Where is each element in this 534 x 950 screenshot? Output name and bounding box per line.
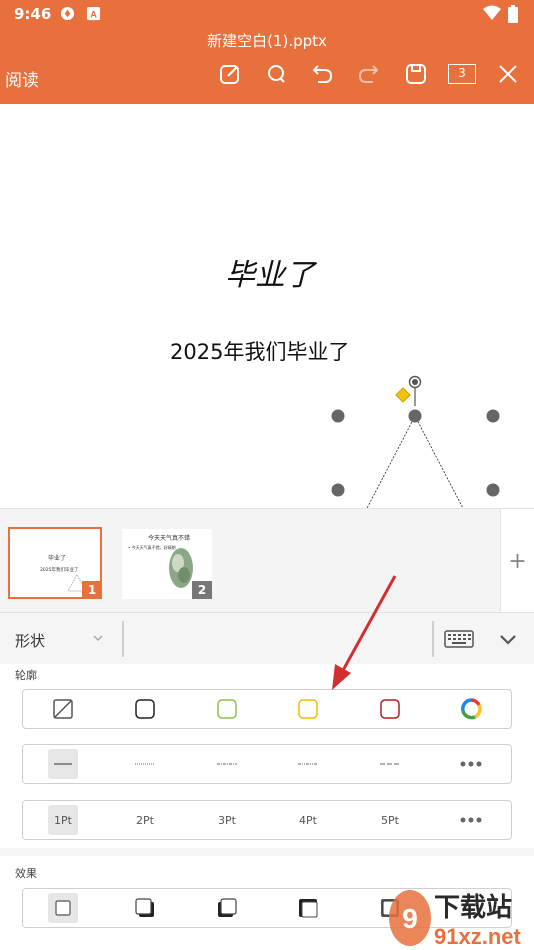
slide-subtitle[interactable]: 2025年我们毕业了	[170, 336, 349, 366]
add-slide-button[interactable]: +	[500, 509, 534, 613]
thumb2-photo-image	[169, 548, 193, 588]
line-style-dash-dot[interactable]	[187, 745, 267, 783]
line-width-5pt[interactable]: 5Pt	[350, 801, 430, 839]
line-width-2pt[interactable]: 2Pt	[105, 801, 185, 839]
redo-icon[interactable]	[356, 61, 382, 87]
slide-thumbnail-2[interactable]: 今天天气真不错 • 今天天气真不错，好晴朗 2	[122, 529, 212, 599]
site-watermark-logo: 9 下载站 91xz.net	[389, 890, 521, 949]
adjust-handle	[395, 387, 411, 403]
svg-text:91xz.net: 91xz.net	[434, 924, 521, 949]
more-colors-icon[interactable]	[431, 690, 511, 728]
divider	[122, 621, 124, 657]
svg-text:下载站: 下载站	[434, 893, 512, 923]
outline-color-black[interactable]	[105, 690, 185, 728]
document-title: 新建空白(1).pptx	[207, 32, 327, 50]
svg-text:A: A	[90, 9, 97, 19]
wifi-icon	[483, 5, 501, 20]
more-line-styles-icon[interactable]	[431, 745, 511, 783]
slide-title[interactable]: 毕业了	[3, 250, 534, 294]
more-line-widths-icon[interactable]	[431, 801, 511, 839]
line-style-solid[interactable]	[23, 745, 103, 783]
annotation-arrow-icon	[332, 575, 397, 690]
read-mode-button[interactable]: 阅读	[5, 66, 39, 91]
undo-icon[interactable]	[309, 61, 335, 87]
effect-none[interactable]	[23, 889, 103, 927]
outline-color-yellow[interactable]	[268, 690, 348, 728]
close-icon[interactable]	[495, 61, 521, 87]
app-header: 9:46 A 新建空白(1).pptx 阅读 3	[0, 0, 534, 104]
thumb2-title: 今天天气真不错	[148, 535, 191, 542]
effect-section-label: 效果	[15, 867, 37, 880]
divider	[432, 621, 434, 657]
effect-shadow-inner-top[interactable]	[268, 889, 348, 927]
line-width-4pt[interactable]: 4Pt	[268, 801, 348, 839]
outline-color-row	[22, 689, 512, 729]
chevron-down-icon[interactable]	[92, 633, 104, 643]
thumb1-title: 毕业了	[48, 555, 67, 562]
line-style-dashed[interactable]	[350, 745, 430, 783]
svg-text:9: 9	[402, 903, 418, 934]
line-style-dotted[interactable]	[105, 745, 185, 783]
effect-shadow-left[interactable]	[187, 889, 267, 927]
slide-thumbnail-1[interactable]: 毕业了 2025年我们毕业了 1	[8, 527, 102, 599]
line-width-1pt[interactable]: 1Pt	[23, 801, 103, 839]
page-count-icon[interactable]: 3	[448, 64, 476, 84]
line-width-3pt[interactable]: 3Pt	[187, 801, 267, 839]
a-badge-icon: A	[86, 6, 101, 21]
panel-toolbar: 形状	[0, 612, 534, 664]
collapse-panel-icon[interactable]	[499, 632, 517, 646]
effect-shadow-right[interactable]	[105, 889, 185, 927]
status-bar: 9:46 A	[0, 0, 534, 28]
outline-color-green[interactable]	[187, 690, 267, 728]
battery-icon	[508, 5, 518, 23]
slide-number-badge: 2	[192, 581, 212, 599]
edit-icon[interactable]	[217, 61, 243, 87]
line-style-row	[22, 744, 512, 784]
slide-thumbnail-strip: 毕业了 2025年我们毕业了 1 今天天气真不错 • 今天天气真不错，好晴朗 2…	[0, 508, 534, 613]
keyboard-icon[interactable]	[444, 630, 474, 648]
shape-category-dropdown[interactable]: 形状	[15, 630, 45, 651]
line-style-dash-dot-dot[interactable]	[268, 745, 348, 783]
no-outline-icon[interactable]	[23, 690, 103, 728]
sync-icon	[60, 6, 75, 21]
outline-color-red[interactable]	[350, 690, 430, 728]
search-icon[interactable]	[263, 61, 289, 87]
line-width-row: 1Pt 2Pt 3Pt 4Pt 5Pt	[22, 800, 512, 840]
status-time: 9:46	[14, 5, 52, 23]
save-icon[interactable]	[403, 61, 429, 87]
outline-section-label: 轮廓	[15, 669, 37, 682]
slide-number-badge: 1	[82, 581, 102, 599]
slide-canvas[interactable]: 毕业了 2025年我们毕业了	[0, 104, 534, 571]
